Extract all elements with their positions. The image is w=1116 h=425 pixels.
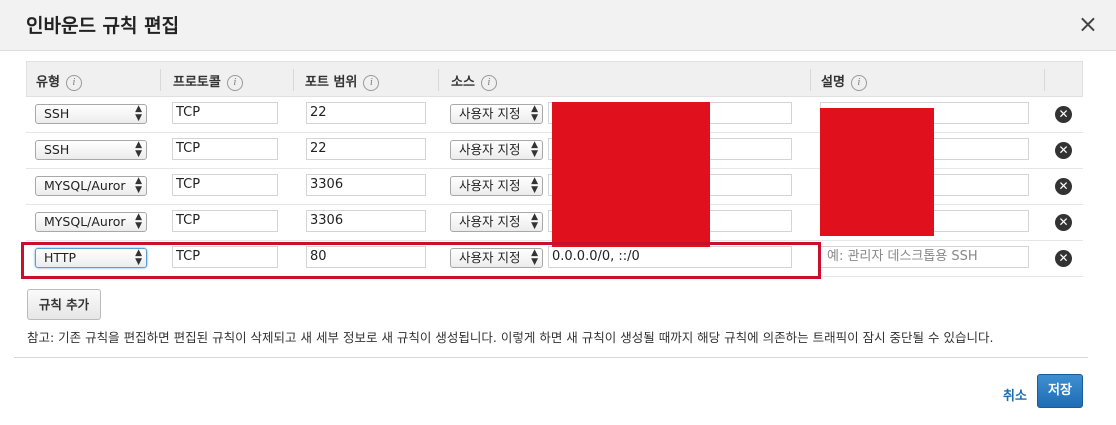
delete-rule-icon[interactable]: ✕: [1055, 214, 1072, 231]
source-select[interactable]: 사용자 지정 ▲ ▼: [450, 176, 543, 196]
protocol-field[interactable]: TCP: [172, 138, 278, 160]
port-range-field[interactable]: 22: [306, 138, 426, 160]
type-select[interactable]: MYSQL/Auror ▲ ▼: [35, 212, 147, 232]
select-arrows-icon: ▲ ▼: [135, 212, 142, 231]
column-header-source: 소스 i: [451, 71, 497, 91]
column-header-description: 설명 i: [821, 71, 867, 91]
delete-rule-icon[interactable]: ✕: [1055, 106, 1072, 123]
source-select[interactable]: 사용자 지정 ▲ ▼: [450, 212, 543, 232]
type-select[interactable]: MYSQL/Auror ▲ ▼: [35, 176, 147, 196]
select-arrows-icon: ▲ ▼: [531, 176, 538, 195]
column-divider: [1044, 69, 1045, 91]
dialog-title: 인바운드 규칙 편집: [26, 15, 180, 37]
select-arrows-icon: ▲ ▼: [531, 212, 538, 231]
dialog-header: 인바운드 규칙 편집 ×: [0, 0, 1116, 51]
info-icon[interactable]: i: [363, 75, 380, 91]
port-range-field[interactable]: 22: [306, 102, 426, 124]
info-icon[interactable]: i: [850, 75, 867, 91]
edit-note: 참고: 기존 규칙을 편집하면 편집된 규칙이 삭제되고 새 세부 정보로 새 …: [27, 330, 994, 345]
save-button[interactable]: 저장: [1037, 374, 1083, 408]
source-select[interactable]: 사용자 지정 ▲ ▼: [450, 104, 543, 124]
column-divider: [293, 69, 294, 91]
protocol-field[interactable]: TCP: [172, 174, 278, 196]
description-field[interactable]: 예: 관리자 데스크톱용 SSH: [820, 246, 1029, 268]
redaction-block: [552, 102, 710, 247]
redaction-block: [820, 108, 934, 236]
type-select[interactable]: SSH ▲ ▼: [35, 140, 147, 160]
select-arrows-icon: ▲ ▼: [531, 104, 538, 123]
add-rule-button[interactable]: 규칙 추가: [27, 289, 101, 320]
highlight-box: [21, 242, 821, 279]
column-divider: [810, 69, 811, 91]
column-header-type: 유형 i: [36, 71, 82, 91]
select-arrows-icon: ▲ ▼: [135, 104, 142, 123]
protocol-field[interactable]: TCP: [172, 102, 278, 124]
protocol-field[interactable]: TCP: [172, 210, 278, 232]
cancel-link[interactable]: 취소: [1003, 385, 1027, 404]
column-header-port-range: 포트 범위 i: [305, 71, 380, 91]
footer-divider: [14, 357, 1088, 358]
table-header: 유형 i 프로토콜 i 포트 범위 i 소스 i 설명 i: [26, 61, 1083, 97]
delete-rule-icon[interactable]: ✕: [1055, 142, 1072, 159]
select-arrows-icon: ▲ ▼: [135, 140, 142, 159]
select-arrows-icon: ▲ ▼: [135, 176, 142, 195]
port-range-field[interactable]: 3306: [306, 210, 426, 232]
delete-rule-icon[interactable]: ✕: [1055, 178, 1072, 195]
info-icon[interactable]: i: [65, 75, 82, 91]
info-icon[interactable]: i: [226, 75, 243, 91]
port-range-field[interactable]: 3306: [306, 174, 426, 196]
type-select[interactable]: SSH ▲ ▼: [35, 104, 147, 124]
delete-rule-icon[interactable]: ✕: [1055, 250, 1072, 267]
column-header-protocol: 프로토콜 i: [173, 71, 243, 91]
column-divider: [160, 69, 161, 91]
info-icon[interactable]: i: [480, 75, 497, 91]
close-icon[interactable]: ×: [1078, 10, 1098, 38]
source-select[interactable]: 사용자 지정 ▲ ▼: [450, 140, 543, 160]
column-divider: [438, 69, 439, 91]
select-arrows-icon: ▲ ▼: [531, 140, 538, 159]
